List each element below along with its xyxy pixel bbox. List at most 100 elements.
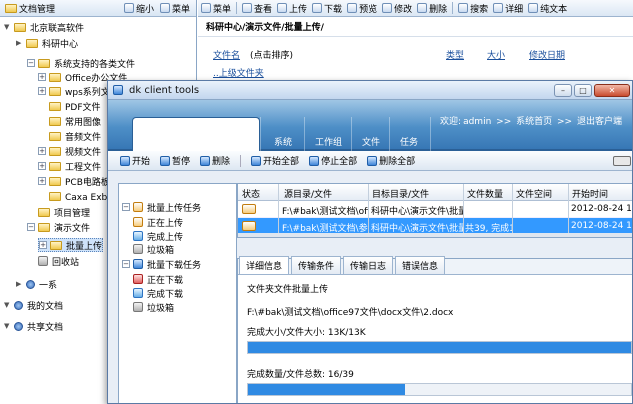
- nav-files[interactable]: 文件: [362, 135, 380, 148]
- nav-tasks[interactable]: 任务: [400, 135, 418, 148]
- expand-icon[interactable]: +: [38, 162, 46, 170]
- search-button[interactable]: 搜索: [458, 2, 488, 15]
- task-tree-item[interactable]: 正在下载: [133, 272, 183, 286]
- download-button[interactable]: 下载: [312, 2, 342, 15]
- column-filename[interactable]: 文件名: [213, 48, 240, 61]
- view-button[interactable]: 查看: [242, 2, 272, 15]
- close-button[interactable]: ✕: [594, 83, 630, 97]
- tree-toggle-icon[interactable]: ▶: [16, 39, 24, 47]
- maximize-button[interactable]: □: [574, 83, 592, 97]
- task-tree-item[interactable]: 垃圾箱: [133, 242, 174, 256]
- folder-tree-item[interactable]: + 批量上传: [38, 238, 104, 252]
- header-status[interactable]: 状态: [242, 187, 260, 200]
- task-tree-item[interactable]: 垃圾箱: [133, 300, 174, 314]
- folder-tree-item[interactable]: ▶ 科研中心: [16, 36, 78, 50]
- header-source[interactable]: 源目录/文件: [284, 187, 332, 200]
- folder-tree-item[interactable]: + 视频文件: [38, 144, 101, 158]
- header-file-count[interactable]: 文件数量: [467, 187, 503, 200]
- tab-details[interactable]: 详细信息: [239, 256, 290, 274]
- upload-button[interactable]: 上传: [277, 2, 307, 15]
- nav-system[interactable]: 系统: [274, 135, 292, 148]
- expand-icon[interactable]: +: [39, 241, 47, 249]
- folder-tree-item[interactable]: PDF文件: [38, 99, 101, 113]
- collapse-icon[interactable]: −: [27, 223, 35, 231]
- column-type[interactable]: 类型: [446, 48, 464, 61]
- folder-tree-item[interactable]: ▼ 共享文档: [4, 319, 63, 333]
- menu-button[interactable]: 菜单: [159, 2, 190, 15]
- collapse-icon[interactable]: −: [122, 260, 130, 268]
- tab-transfer-log[interactable]: 传输日志: [343, 256, 394, 274]
- stop-all-button[interactable]: 停止全部: [309, 154, 357, 167]
- folder-tree-item[interactable]: − 演示文件: [27, 220, 90, 234]
- tab-error-info[interactable]: 错误信息: [395, 256, 446, 274]
- delete-button[interactable]: 删除: [417, 2, 447, 15]
- collapse-icon[interactable]: −: [27, 59, 35, 67]
- task-tree-item[interactable]: 正在上传: [133, 215, 183, 229]
- nav-divider: [304, 117, 305, 151]
- column-modified[interactable]: 修改日期: [529, 48, 565, 61]
- task-grid: 状态 源目录/文件 目标目录/文件 文件数量 文件空间 开始时间 F:\#bak…: [237, 183, 632, 238]
- folder-tree-item[interactable]: ▶ 一系: [16, 277, 57, 291]
- tree-toggle-icon[interactable]: ▼: [4, 23, 12, 31]
- task-tree: − 批量上传任务 正在上传 完成上传 垃圾箱 − 批量下载任务 正在下载 完成下载 垃圾箱: [118, 183, 237, 403]
- nav-workgroup[interactable]: 工作组: [315, 135, 342, 148]
- tree-toggle-icon[interactable]: ▼: [4, 301, 12, 309]
- tree-toggle-icon[interactable]: ▶: [16, 280, 24, 288]
- task-row[interactable]: F:\#bak\测试文档\offi 科研中心\演示文件\批量 2012-08-24 …: [238, 201, 632, 218]
- column-size[interactable]: 大小: [487, 48, 505, 61]
- view-icon: [242, 3, 253, 13]
- folder-tree-item[interactable]: ▼ 我的文档: [4, 298, 63, 312]
- folder-tree-item[interactable]: ▼ 北京联高软件: [4, 20, 84, 34]
- plain-text-button[interactable]: 纯文本: [528, 2, 567, 15]
- check-icon: [133, 231, 143, 241]
- preview-button[interactable]: 预览: [347, 2, 377, 15]
- exit-client-link[interactable]: 退出客户端: [577, 117, 622, 127]
- window-titlebar[interactable]: dk client tools – □ ✕: [108, 81, 632, 100]
- task-tree-item[interactable]: 完成上传: [133, 229, 183, 243]
- start-all-button[interactable]: 开始全部: [251, 154, 299, 167]
- folder-icon: [49, 176, 61, 186]
- edit-button[interactable]: 修改: [382, 2, 412, 15]
- delete-button[interactable]: 删除: [200, 154, 230, 167]
- task-tree-item[interactable]: − 批量上传任务: [122, 200, 201, 214]
- system-home-link[interactable]: 系统首页: [516, 117, 552, 127]
- header-target[interactable]: 目标目录/文件: [372, 187, 429, 200]
- header-file-space[interactable]: 文件空间: [516, 187, 552, 200]
- expand-icon[interactable]: +: [38, 177, 46, 185]
- folder-tree-item[interactable]: 项目管理: [27, 205, 90, 219]
- toolbar-divider: [452, 2, 454, 14]
- header-start-time[interactable]: 开始时间: [572, 187, 608, 200]
- home-tab[interactable]: [132, 117, 260, 151]
- folder-tree-item[interactable]: 音频文件: [38, 129, 101, 143]
- expand-icon[interactable]: +: [38, 73, 46, 81]
- menu-button[interactable]: 菜单: [201, 2, 231, 15]
- shrink-button[interactable]: 缩小: [123, 2, 154, 15]
- start-button[interactable]: 开始: [120, 154, 150, 167]
- collapse-icon[interactable]: −: [122, 203, 130, 211]
- task-icon: [133, 259, 143, 269]
- app-banner: 系统 工作组 文件 任务 欢迎: admin >> 系统首页 >> 退出客户端: [108, 100, 632, 151]
- size-progress-fill: [248, 342, 631, 353]
- folder-tree-item[interactable]: 常用图像: [38, 114, 101, 128]
- expand-icon[interactable]: +: [38, 147, 46, 155]
- user-name: admin: [463, 117, 492, 127]
- delete-all-button[interactable]: 删除全部: [367, 154, 415, 167]
- pause-button[interactable]: 暂停: [160, 154, 190, 167]
- minimize-button[interactable]: –: [554, 83, 572, 97]
- task-tree-item[interactable]: 完成下载: [133, 286, 183, 300]
- tab-transfer-conditions[interactable]: 传输条件: [291, 256, 342, 274]
- breadcrumb-separator: >>: [557, 117, 573, 127]
- folder-tree-item[interactable]: − 系统支持的各类文件: [27, 56, 135, 70]
- grid-splitter[interactable]: [237, 238, 632, 258]
- expand-icon[interactable]: +: [38, 87, 46, 95]
- main-toolbar: 菜单 查看 上传 下载 预览 修改 删除 搜索 详细 纯文本: [198, 0, 633, 17]
- parent-folder-link[interactable]: ..上级文件夹: [213, 66, 264, 79]
- detail-button[interactable]: 详细: [493, 2, 523, 15]
- folder-tree-label: 项目管理: [54, 208, 91, 219]
- tree-toggle-icon[interactable]: ▼: [4, 322, 12, 330]
- panel-toggle-button[interactable]: [613, 155, 631, 166]
- grid-horizontal-scrollbar[interactable]: [238, 233, 632, 237]
- folder-tree-item[interactable]: + 工程文件: [38, 159, 101, 173]
- folder-tree-item[interactable]: 回收站: [27, 254, 79, 268]
- task-tree-item[interactable]: − 批量下载任务: [122, 257, 201, 271]
